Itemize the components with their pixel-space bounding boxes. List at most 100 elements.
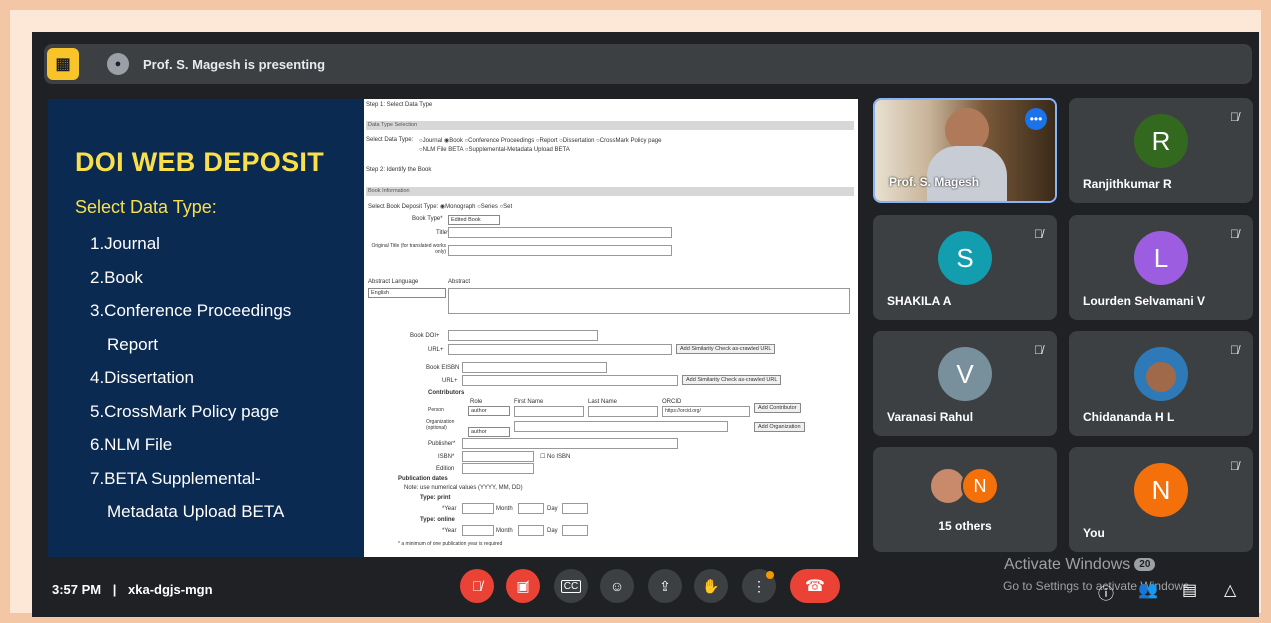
emoji-icon: ☺ [609,578,625,594]
clock: 3:57 PM [52,582,102,597]
slide-subtitle: Select Data Type: [75,197,217,217]
role-select[interactable]: author [468,406,510,416]
book-doi-input[interactable] [448,330,598,341]
add-contributor-button[interactable]: Add Contributor [754,403,801,413]
presenting-text: Prof. S. Magesh is presenting [143,56,326,72]
online-month-label: Month [496,528,513,534]
notification-dot [766,571,774,579]
mic-off-icon: 🎙̸ [1034,343,1043,357]
title-input[interactable] [448,227,672,238]
abstract-textarea[interactable] [448,288,850,314]
emoji-button[interactable]: ☺ [600,569,634,603]
print-day-input[interactable] [562,503,588,514]
mic-off-icon: 🎙̸ [1230,459,1239,473]
edition-input[interactable] [462,463,534,474]
lang-select[interactable]: English [368,288,446,298]
mic-off-icon: 🎙̸ [471,578,483,594]
present-button[interactable]: ⇪ [648,569,682,603]
meet-screen: ▦ ● Prof. S. Magesh is presenting DOI WE… [32,32,1259,617]
people-icon[interactable]: 👥 [1138,580,1158,600]
tile-others[interactable]: N 15 others [873,447,1057,552]
online-year-input[interactable] [462,525,494,536]
tile-lourden[interactable]: 🎙̸ L Lourden Selvamani V [1069,215,1253,320]
slide-panel: DOI WEB DEPOSIT Select Data Type: 1.Jour… [48,99,364,557]
no-isbn-checkbox[interactable]: ☐ No ISBN [540,453,570,460]
tile-you[interactable]: 🎙̸ N You [1069,447,1253,552]
more-options-button[interactable]: ⋮ [742,569,776,603]
tile-name: SHAKILA A [887,294,952,308]
step2-label: Step 2: Identify the Book [366,167,432,173]
publisher-label: Publisher* [428,441,456,447]
print-year-input[interactable] [462,503,494,514]
participant-count-badge: 20 [1134,558,1156,572]
url-input-2[interactable] [462,375,678,386]
info-icon[interactable]: ⓘ [1098,580,1114,604]
hand-icon: ✋ [702,577,720,594]
deposit-type[interactable]: Select Book Deposit Type: ◉Monograph ○Se… [368,203,512,210]
presenter-avatar: ● [107,53,129,75]
orig-title-input[interactable] [448,245,672,256]
activities-icon[interactable]: △ [1224,580,1236,600]
camera-off-button[interactable]: ▣̸ [506,569,540,603]
avatar-face [1146,362,1176,392]
avatar: S [938,231,992,285]
org-input[interactable] [514,421,728,432]
similarity-button[interactable]: Add Similarity Check as-crawled URL [676,344,776,354]
no-isbn-label: No ISBN [547,454,571,460]
print-month-label: Month [496,506,513,512]
min-note: * a minimum of one publication year is r… [398,541,503,547]
role-header: Role [470,399,483,405]
mic-off-icon: 🎙̸ [1230,343,1239,357]
isbn-label: ISBN* [438,454,455,460]
list-item: 6.NLM File [90,435,173,454]
last-name-input[interactable] [588,406,658,417]
tile-name: Lourden Selvamani V [1083,294,1206,308]
photo-frame: ▦ ● Prof. S. Magesh is presenting DOI WE… [10,10,1261,617]
online-year-label: *Year [442,528,457,534]
more-vert-icon: ⋮ [752,577,766,594]
orcid-input[interactable]: https://orcid.org/ [662,406,750,417]
book-type-select[interactable]: Edited Book [448,215,500,225]
type-radios-2[interactable]: ○NLM File BETA ○Supplemental-Metadata Up… [419,147,570,153]
tile-presenter[interactable]: ••• Prof. S. Magesh [873,98,1057,203]
captions-button[interactable]: CC [554,569,588,603]
mic-off-icon: 🎙̸ [1034,227,1043,241]
phone-hangup-icon: ☎ [805,578,825,595]
chat-icon[interactable]: ▤ [1182,580,1197,600]
url-label: URL+ [428,347,444,353]
orcid-header: ORCID [662,399,682,405]
online-month-input[interactable] [518,525,544,536]
end-call-button[interactable]: ☎ [790,569,840,603]
tile-ranjithkumar[interactable]: 🎙̸ R Ranjithkumar R [1069,98,1253,203]
url-input[interactable] [448,344,672,355]
tile-shakila[interactable]: 🎙̸ S SHAKILA A [873,215,1057,320]
online-day-input[interactable] [562,525,588,536]
presentation-icon[interactable]: ▦ [47,48,79,80]
similarity-button-2[interactable]: Add Similarity Check as-crawled URL [682,375,782,385]
step1-label: Step 1: Select Data Type [366,102,433,108]
abstract-label: Abstract [448,279,471,285]
select-type-label: Select Data Type: [366,137,414,143]
print-year-label: *Year [442,506,457,512]
meeting-code[interactable]: xka-dgjs-mgn [128,582,213,597]
book-doi-label: Book DOI+ [410,333,440,339]
tile-chidananda[interactable]: 🎙̸ Chidananda H L [1069,331,1253,436]
presenter-pill[interactable]: ● Prof. S. Magesh is presenting [107,53,325,75]
camera-off-icon: ▣̸ [516,577,530,594]
org-role-select[interactable]: author [468,427,510,437]
url-label-2: URL+ [442,378,458,384]
first-name-input[interactable] [514,406,584,417]
mic-off-button[interactable]: 🎙̸ [460,569,494,603]
type-radios[interactable]: ○Journal ◉Book ○Conference Proceedings ○… [419,137,661,144]
list-item: 7.BETA Supplemental- [90,468,261,488]
first-name-header: First Name [514,399,544,405]
publisher-input[interactable] [462,438,678,449]
print-month-input[interactable] [518,503,544,514]
eisbn-input[interactable] [462,362,607,373]
add-org-button[interactable]: Add Organization [754,422,805,432]
print-day-label: Day [547,506,558,512]
raise-hand-button[interactable]: ✋ [694,569,728,603]
tile-varanasi[interactable]: 🎙̸ V Varanasi Rahul [873,331,1057,436]
more-options-icon[interactable]: ••• [1025,108,1047,130]
isbn-input[interactable] [462,451,534,462]
